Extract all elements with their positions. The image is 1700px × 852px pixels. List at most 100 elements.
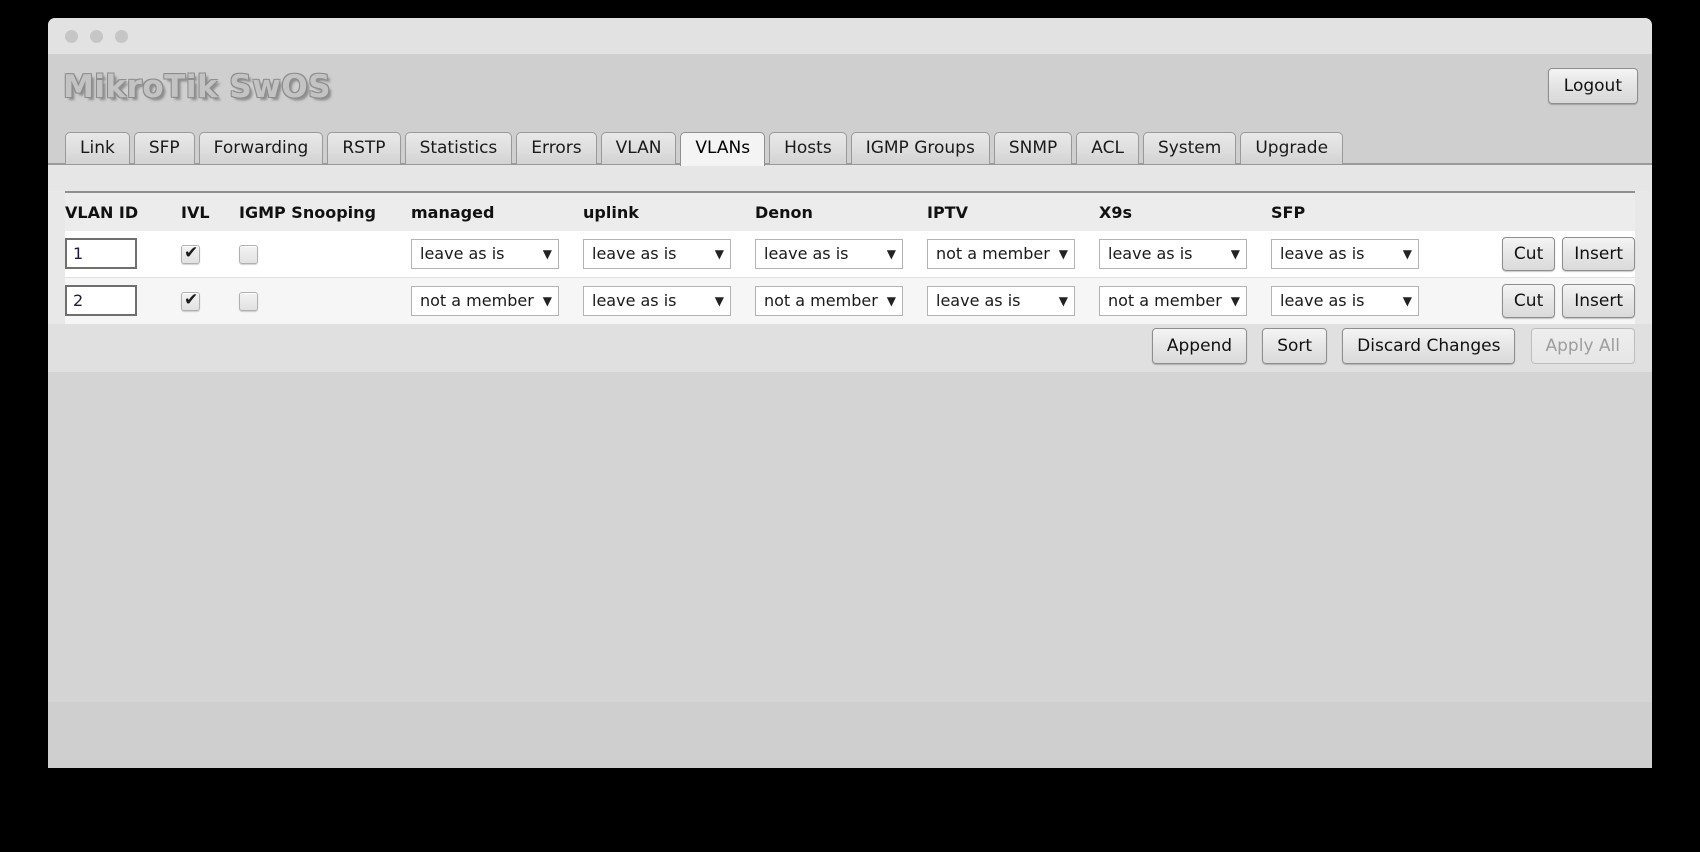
uplink-select[interactable]: leave as is ▼ xyxy=(583,285,731,316)
cell-vlan-id xyxy=(65,277,181,324)
cut-row-button[interactable]: Cut xyxy=(1501,236,1556,271)
column-header-igmp-snooping: IGMP Snooping xyxy=(239,191,411,231)
vlan-id-input[interactable] xyxy=(65,285,137,316)
chevron-down-icon: ▼ xyxy=(1230,246,1240,261)
table-header-row: VLAN ID IVL IGMP Snooping managed uplink Deno… xyxy=(65,191,1635,231)
table-row: not a member▼leave as is▼not a member▼le… xyxy=(65,277,1635,324)
managed-select-value: not a member xyxy=(420,291,534,310)
column-header-uplink: uplink xyxy=(583,191,755,231)
uplink-select[interactable]: leave as is ▼ xyxy=(583,238,731,269)
sfp-select-value: leave as is xyxy=(1280,291,1365,310)
vlans-panel: VLAN ID IVL IGMP Snooping managed uplink Deno… xyxy=(48,191,1652,324)
chevron-down-icon: ▼ xyxy=(1402,293,1412,308)
managed-select-value: leave as is xyxy=(420,244,505,263)
sfp-select[interactable]: leave as is ▼ xyxy=(1271,285,1419,316)
discard-changes-button[interactable]: Discard Changes xyxy=(1342,328,1516,364)
tab-vlan[interactable]: VLAN xyxy=(600,132,677,164)
iptv-select[interactable]: not a member ▼ xyxy=(927,238,1075,269)
tab-link[interactable]: Link xyxy=(65,132,130,164)
tab-sfp[interactable]: SFP xyxy=(133,132,195,164)
tab-statistics[interactable]: Statistics xyxy=(404,132,513,164)
igmp-snooping-checkbox[interactable] xyxy=(239,244,258,264)
window-titlebar xyxy=(48,18,1652,54)
ivl-checkbox[interactable] xyxy=(181,243,200,264)
sort-button[interactable]: Sort xyxy=(1262,328,1328,364)
maximize-window-icon[interactable] xyxy=(115,29,128,43)
tab-forwarding[interactable]: Forwarding xyxy=(198,132,324,164)
tab-acl[interactable]: ACL xyxy=(1076,132,1139,164)
iptv-select[interactable]: leave as is ▼ xyxy=(927,285,1075,316)
denon-select-value: leave as is xyxy=(764,244,849,263)
cell-denon: leave as is ▼ xyxy=(755,231,927,278)
chevron-down-icon: ▼ xyxy=(542,246,552,261)
vlans-table: VLAN ID IVL IGMP Snooping managed uplink Deno… xyxy=(65,191,1635,324)
iptv-select-value: not a member xyxy=(936,244,1050,263)
column-header-denon: Denon xyxy=(755,191,927,231)
apply-all-button[interactable]: Apply All xyxy=(1530,328,1635,364)
table-footer-actions: Append Sort Discard Changes Apply All xyxy=(48,324,1652,372)
logout-button[interactable]: Logout xyxy=(1547,68,1638,104)
managed-select[interactable]: not a member ▼ xyxy=(411,285,559,316)
insert-row-button[interactable]: Insert xyxy=(1562,236,1635,271)
tab-system[interactable]: System xyxy=(1142,132,1237,164)
brand-row: MikroTik SwOS Logout xyxy=(48,54,1652,132)
chevron-down-icon: ▼ xyxy=(714,246,724,261)
x9s-select[interactable]: not a member ▼ xyxy=(1099,285,1247,316)
tab-hosts[interactable]: Hosts xyxy=(769,132,847,164)
iptv-select-value: leave as is xyxy=(936,291,1021,310)
tab-snmp[interactable]: SNMP xyxy=(993,132,1073,164)
cell-row-actions: Cut Insert xyxy=(1443,277,1635,324)
cell-sfp: leave as is ▼ xyxy=(1271,277,1443,324)
column-header-vlan-id: VLAN ID xyxy=(65,191,181,231)
cell-uplink: leave as is ▼ xyxy=(583,277,755,324)
insert-row-button[interactable]: Insert xyxy=(1562,283,1635,318)
cell-denon: not a member ▼ xyxy=(755,277,927,324)
page-empty-area xyxy=(48,372,1652,702)
tab-vlans[interactable]: VLANs xyxy=(680,132,766,166)
igmp-snooping-checkbox[interactable] xyxy=(239,291,258,311)
chevron-down-icon: ▼ xyxy=(886,293,896,308)
append-button[interactable]: Append xyxy=(1151,328,1248,364)
cell-iptv: leave as is ▼ xyxy=(927,277,1099,324)
uplink-select-value: leave as is xyxy=(592,291,677,310)
cell-x9s: leave as is ▼ xyxy=(1099,231,1271,278)
swos-page: MikroTik SwOS Logout Link SFP Forwarding RS… xyxy=(48,54,1652,768)
tab-upgrade[interactable]: Upgrade xyxy=(1240,132,1344,164)
toolbar-strip xyxy=(48,165,1652,191)
column-header-iptv: IPTV xyxy=(927,191,1099,231)
x9s-select-value: not a member xyxy=(1108,291,1222,310)
table-header: VLAN ID IVL IGMP Snooping managed uplink Deno… xyxy=(65,191,1635,231)
column-header-managed: managed xyxy=(411,191,583,231)
ivl-checkbox[interactable] xyxy=(181,290,200,311)
cell-managed: not a member ▼ xyxy=(411,277,583,324)
tab-errors[interactable]: Errors xyxy=(516,132,597,164)
chevron-down-icon: ▼ xyxy=(1402,246,1412,261)
sfp-select[interactable]: leave as is ▼ xyxy=(1271,238,1419,269)
denon-select[interactable]: not a member ▼ xyxy=(755,285,903,316)
uplink-select-value: leave as is xyxy=(592,244,677,263)
tab-rstp[interactable]: RSTP xyxy=(327,132,401,164)
cut-row-button[interactable]: Cut xyxy=(1501,283,1556,318)
close-window-icon[interactable] xyxy=(65,29,78,43)
managed-select[interactable]: leave as is ▼ xyxy=(411,238,559,269)
x9s-select-value: leave as is xyxy=(1108,244,1193,263)
cell-sfp: leave as is ▼ xyxy=(1271,231,1443,278)
cell-iptv: not a member ▼ xyxy=(927,231,1099,278)
table-row: leave as is ▼ leave as is ▼ leave as is ▼ not … xyxy=(65,231,1635,278)
column-header-x9s: X9s xyxy=(1099,191,1271,231)
column-header-sfp: SFP xyxy=(1271,191,1443,231)
column-header-ivl: IVL xyxy=(181,191,239,231)
x9s-select[interactable]: leave as is ▼ xyxy=(1099,238,1247,269)
sfp-select-value: leave as is xyxy=(1280,244,1365,263)
tab-igmp-groups[interactable]: IGMP Groups xyxy=(850,132,990,164)
denon-select[interactable]: leave as is ▼ xyxy=(755,238,903,269)
chevron-down-icon: ▼ xyxy=(1058,293,1068,308)
minimize-window-icon[interactable] xyxy=(90,29,103,43)
cell-igmp-snooping xyxy=(239,277,411,324)
cell-vlan-id xyxy=(65,231,181,278)
cell-managed: leave as is ▼ xyxy=(411,231,583,278)
denon-select-value: not a member xyxy=(764,291,878,310)
vlan-id-input[interactable] xyxy=(65,238,137,269)
chevron-down-icon: ▼ xyxy=(542,293,552,308)
chevron-down-icon: ▼ xyxy=(714,293,724,308)
